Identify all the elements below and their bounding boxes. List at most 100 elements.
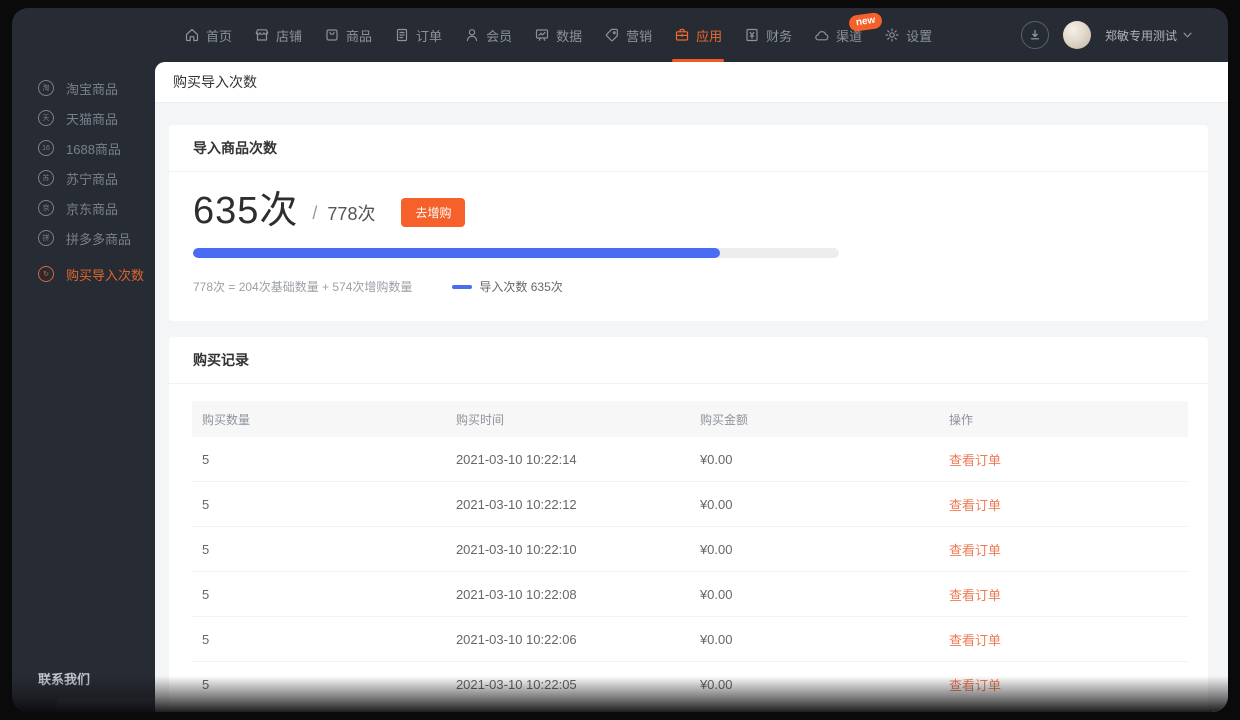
cell-amount: ¥0.00	[699, 541, 733, 557]
sidebar-item-pdd-goods[interactable]: 拼 拼多多商品	[12, 223, 155, 253]
view-order-link[interactable]: 查看订单	[949, 498, 1001, 513]
sidebar-item-label: 淘宝商品	[66, 81, 119, 97]
nav-item-home[interactable]: 首页	[184, 8, 232, 62]
column-header-qty: 购买数量	[202, 412, 251, 427]
account-menu[interactable]: 郑敏专用测试	[1105, 27, 1192, 44]
legend-dash-icon	[452, 284, 473, 289]
table-row: 5 2021-03-10 10:22:10 ¥0.00 查看订单	[192, 527, 1188, 572]
sidebar-item-suning-goods[interactable]: 苏 苏宁商品	[12, 163, 155, 193]
nav-item-channel[interactable]: 渠道 new	[814, 8, 884, 62]
nav-item-finance[interactable]: 财务	[744, 8, 792, 62]
apps-icon	[676, 28, 689, 41]
table-row: 5 2021-03-10 10:22:05 ¥0.00 查看订单	[192, 662, 1188, 707]
view-order-link[interactable]: 查看订单	[949, 588, 1001, 603]
view-order-link[interactable]: 查看订单	[949, 453, 1001, 468]
goods-icon	[326, 29, 338, 41]
sidebar-item-taobao-goods[interactable]: 淘 淘宝商品	[12, 73, 155, 103]
suning-icon: 苏	[38, 170, 54, 186]
nav-item-data[interactable]: 数据	[534, 8, 582, 62]
purchase-records-table: 购买数量 购买时间 购买金额 操作 5 2021-03-10 10:22:14 …	[192, 401, 1188, 712]
view-order-link[interactable]: 查看订单	[949, 543, 1001, 558]
column-header-action: 操作	[948, 412, 973, 427]
tmall-icon: 天	[38, 110, 54, 126]
table-header-row: 购买数量 购买时间 购买金额 操作	[192, 401, 1188, 437]
sidebar-item-label: 京东商品	[66, 201, 119, 217]
table-row: 5 2021-03-10 10:22:08 ¥0.00 查看订单	[192, 572, 1188, 617]
cell-amount: ¥0.00	[699, 586, 733, 602]
account-name: 郑敏专用测试	[1104, 28, 1177, 43]
channel-icon	[815, 31, 829, 41]
cell-amount: ¥0.00	[699, 451, 733, 467]
nav-item-store[interactable]: 店铺	[254, 8, 302, 62]
1688-icon: 16	[38, 140, 54, 156]
new-badge: new	[847, 11, 884, 33]
orders-icon	[396, 28, 408, 42]
contact-us-link[interactable]: 联系我们	[38, 669, 90, 688]
nav-item-label: 店铺	[276, 28, 303, 44]
sidebar-item-jd-goods[interactable]: 京 京东商品	[12, 193, 155, 223]
sidebar-item-label: 1688商品	[66, 141, 121, 157]
import-count-card: 导入商品次数 635次 / 778次 去增购 778次 = 204次基础数量 +…	[169, 125, 1208, 321]
marketing-icon	[605, 28, 618, 42]
buy-more-button[interactable]: 去增购	[401, 197, 466, 227]
cell-time: 2021-03-10 10:22:05	[455, 676, 577, 692]
download-icon	[1030, 29, 1040, 40]
used-count-value: 635次	[193, 190, 299, 232]
download-button[interactable]	[1020, 21, 1049, 49]
cell-time: 2021-03-10 10:22:06	[455, 631, 577, 647]
nav-item-members[interactable]: 会员	[464, 8, 512, 62]
nav-item-settings[interactable]: 设置	[884, 8, 932, 62]
members-icon	[466, 29, 478, 42]
nav-item-marketing[interactable]: 营销	[604, 8, 652, 62]
nav-item-apps[interactable]: 应用	[672, 8, 725, 62]
taobao-icon: 淘	[38, 80, 54, 96]
home-icon	[185, 28, 199, 42]
table-row: 5 2021-03-10 10:22:03 ¥0.00 查看订单	[192, 707, 1188, 712]
data-icon	[535, 29, 549, 41]
nav-item-label: 营销	[626, 28, 653, 44]
cell-time: 2021-03-10 10:22:08	[455, 586, 577, 602]
cell-time: 2021-03-10 10:22:12	[455, 496, 577, 512]
usage-progress-track	[193, 248, 839, 258]
cell-amount: ¥0.00	[699, 631, 733, 647]
nav-right-area: 郑敏专用测试	[1020, 21, 1192, 49]
view-order-link[interactable]: 查看订单	[949, 633, 1001, 648]
table-row: 5 2021-03-10 10:22:14 ¥0.00 查看订单	[192, 437, 1188, 482]
cell-amount: ¥0.00	[699, 676, 733, 692]
page-header: 购买导入次数	[155, 62, 1228, 103]
sidebar: 淘 淘宝商品 天 天猫商品 16 1688商品 苏 苏宁商品 京 京东商品 拼 …	[12, 62, 174, 712]
nav-item-label: 应用	[696, 28, 723, 44]
cell-time: 2021-03-10 10:22:10	[455, 541, 577, 557]
view-order-link[interactable]: 查看订单	[949, 678, 1001, 693]
sidebar-item-label: 天猫商品	[66, 111, 119, 127]
nav-item-label: 商品	[346, 28, 373, 44]
cell-qty: 5	[202, 676, 210, 692]
sidebar-item-label: 拼多多商品	[66, 231, 132, 247]
cell-amount: ¥0.00	[699, 496, 733, 512]
nav-item-label: 首页	[206, 28, 233, 44]
cell-qty: 5	[202, 631, 210, 647]
nav-item-label: 设置	[906, 28, 933, 44]
count-separator: /	[312, 202, 318, 223]
sidebar-item-1688-goods[interactable]: 16 1688商品	[12, 133, 155, 163]
avatar[interactable]	[1062, 21, 1091, 49]
import-count-card-title: 导入商品次数	[169, 125, 1208, 172]
nav-item-goods[interactable]: 商品	[324, 8, 372, 62]
purchase-records-title: 购买记录	[169, 337, 1208, 384]
nav-item-orders[interactable]: 订单	[394, 8, 442, 62]
history-icon: ↻	[38, 266, 54, 282]
total-count-value: 778次	[327, 204, 376, 224]
quota-formula: 778次 = 204次基础数量 + 574次增购数量	[193, 280, 413, 294]
legend-label: 导入次数 635次	[479, 280, 563, 294]
sidebar-item-purchase-import-count[interactable]: ↻ 购买导入次数	[12, 259, 155, 289]
chevron-down-icon	[1183, 32, 1192, 38]
sidebar-item-label: 购买导入次数	[66, 267, 145, 283]
main-content: 购买导入次数 导入商品次数 635次 / 778次 去增购 778次 = 204…	[155, 62, 1228, 712]
nav-tabs: 首页 店铺 商品 订单 会员 数据 营销 应用 财务 渠道 new 设置	[184, 8, 932, 62]
nav-item-label: 会员	[486, 28, 513, 44]
sidebar-item-tmall-goods[interactable]: 天 天猫商品	[12, 103, 155, 133]
cell-qty: 5	[202, 451, 210, 467]
column-header-time: 购买时间	[455, 412, 504, 427]
jd-icon: 京	[38, 200, 54, 216]
progress-legend: 导入次数 635次	[452, 278, 563, 295]
